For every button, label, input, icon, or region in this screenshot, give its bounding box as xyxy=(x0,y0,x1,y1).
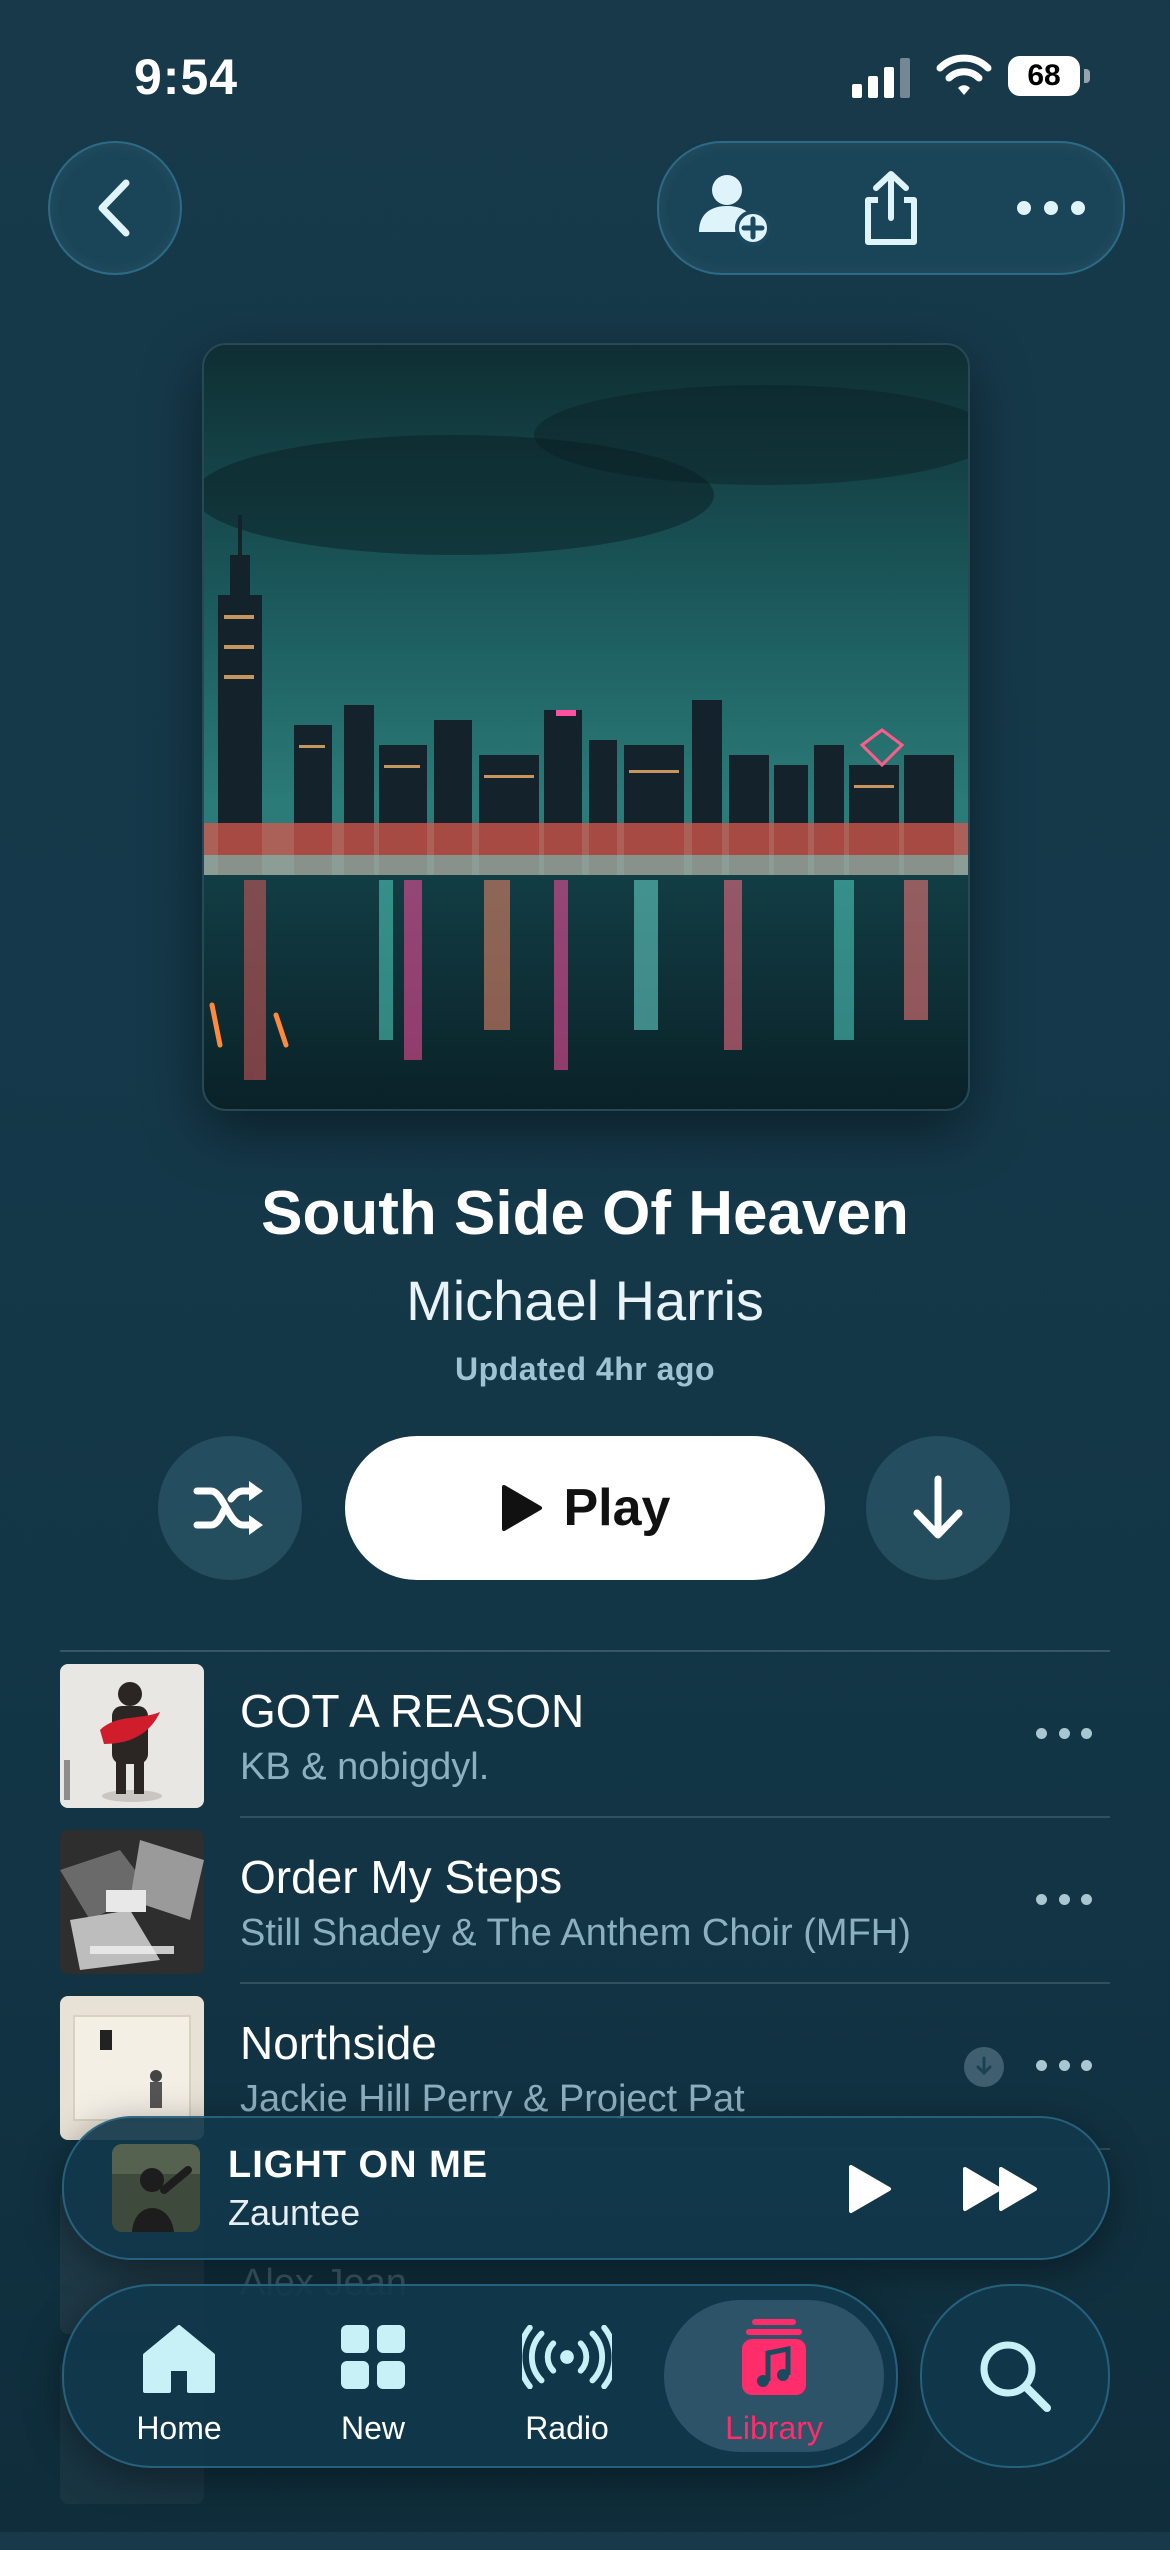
now-playing-title: LIGHT ON ME xyxy=(228,2144,489,2186)
shuffle-icon xyxy=(193,1481,263,1535)
track-artwork xyxy=(60,1664,204,1808)
track-more-button[interactable] xyxy=(1036,1718,1092,1748)
tab-bar: Home New Radio Library xyxy=(62,2284,898,2468)
playlist-title: South Side Of Heaven xyxy=(261,1179,909,1248)
tab-new[interactable]: New xyxy=(288,2300,458,2452)
battery-level: 68 xyxy=(1008,56,1080,96)
mini-player[interactable]: LIGHT ON ME Zauntee xyxy=(62,2116,1110,2260)
back-button[interactable] xyxy=(48,141,182,275)
more-icon xyxy=(1017,201,1085,215)
playlist-updated-time: Updated 4hr ago xyxy=(455,1351,715,1387)
play-icon xyxy=(849,2165,891,2213)
tab-label: Radio xyxy=(525,2410,609,2446)
download-icon xyxy=(913,1475,963,1539)
cellular-signal-icon xyxy=(852,58,910,98)
tab-label: Library xyxy=(725,2410,823,2446)
track-row[interactable]: Order My Steps Still Shadey & The Anthem… xyxy=(60,1818,1110,1984)
track-artwork xyxy=(60,1830,204,1974)
track-more-button[interactable] xyxy=(1036,2050,1092,2080)
playlist-artwork xyxy=(202,343,970,1111)
tab-label: Home xyxy=(136,2410,222,2446)
play-icon xyxy=(501,1485,542,1531)
track-more-button[interactable] xyxy=(1036,1884,1092,1914)
tab-home[interactable]: Home xyxy=(94,2300,264,2452)
track-title: GOT A REASON xyxy=(240,1685,585,1737)
tab-library[interactable]: Library xyxy=(664,2300,884,2452)
share-icon xyxy=(865,171,917,245)
playlist-owner[interactable]: Michael Harris xyxy=(0,1268,1170,1333)
add-collaborator-icon xyxy=(699,175,771,246)
track-title: Order My Steps xyxy=(240,1851,563,1903)
downloaded-icon xyxy=(964,2047,1004,2087)
play-label: Play xyxy=(563,1479,671,1537)
track-row[interactable]: GOT A REASON KB & nobigdyl. xyxy=(60,1652,1110,1818)
now-playing-artist: Zauntee xyxy=(228,2192,361,2233)
track-artist: Still Shadey & The Anthem Choir (MFH) xyxy=(240,1912,911,1954)
tab-radio[interactable]: Radio xyxy=(482,2300,652,2452)
wifi-icon xyxy=(936,54,992,95)
status-time: 9:54 xyxy=(134,49,239,105)
fast-forward-icon xyxy=(963,2167,1037,2211)
shuffle-button[interactable] xyxy=(158,1436,302,1580)
header-actions xyxy=(657,141,1125,275)
music-note-icon xyxy=(742,2319,806,2395)
track-artist: Jackie Hill Perry & Project Pat xyxy=(240,2078,745,2120)
grid-icon xyxy=(341,2325,405,2389)
search-button[interactable] xyxy=(920,2284,1110,2468)
home-icon xyxy=(143,2325,215,2393)
share-button[interactable] xyxy=(851,168,931,248)
track-artist: KB & nobigdyl. xyxy=(240,1746,490,1788)
radio-icon xyxy=(522,2325,612,2389)
download-button[interactable] xyxy=(866,1436,1010,1580)
mini-play-button[interactable] xyxy=(834,2154,904,2224)
add-collaborator-button[interactable] xyxy=(695,168,775,248)
tab-label: New xyxy=(340,2410,405,2446)
track-list: GOT A REASON KB & nobigdyl. Order My Ste… xyxy=(60,1650,1110,2150)
track-title: Northside xyxy=(240,2017,437,2069)
skip-forward-button[interactable] xyxy=(956,2154,1046,2224)
play-button[interactable]: Play xyxy=(345,1436,825,1580)
more-button[interactable] xyxy=(1011,168,1091,248)
search-icon xyxy=(980,2341,1051,2412)
now-playing-artwork xyxy=(112,2144,200,2232)
chevron-left-icon xyxy=(98,179,130,237)
battery-indicator: 68 xyxy=(1008,56,1090,96)
